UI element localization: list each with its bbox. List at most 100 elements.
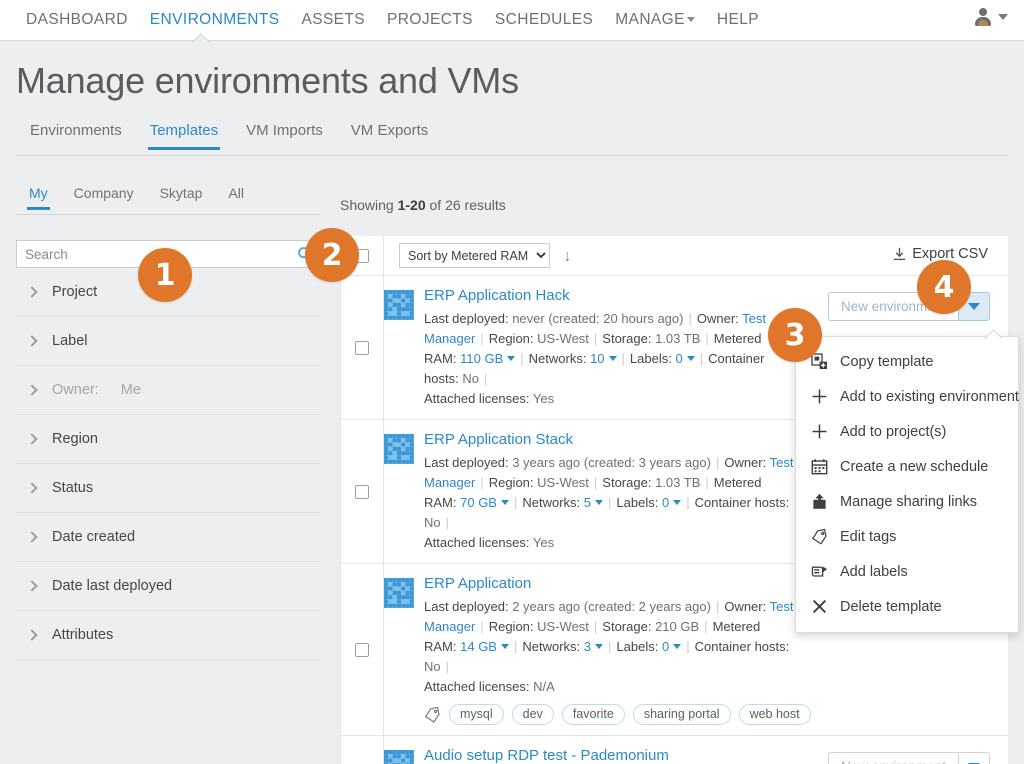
template-metadata: Last deployed: never (created: 20 hours … xyxy=(424,311,767,386)
nav-item-schedules[interactable]: SCHEDULES xyxy=(495,11,593,29)
tag-list: mysql dev favorite sharing portal web host xyxy=(424,704,811,725)
filter-status[interactable]: Status xyxy=(16,464,320,513)
networks-value[interactable]: 3 xyxy=(584,639,603,654)
owner-label: Owner: xyxy=(696,311,739,326)
row-select-cell xyxy=(341,420,384,563)
storage-label: Storage: xyxy=(602,619,652,634)
metered-ram-value[interactable]: 70 GB xyxy=(460,495,509,510)
labels-value[interactable]: 0 xyxy=(662,495,681,510)
last-deployed-value: never (created: 20 hours ago) xyxy=(512,311,684,326)
row-checkbox[interactable] xyxy=(355,642,369,657)
filter-region[interactable]: Region xyxy=(16,415,320,464)
menu-item-edit-tags[interactable]: Edit tags xyxy=(796,519,1018,554)
new-environment-button[interactable]: New environment xyxy=(827,752,958,764)
networks-value[interactable]: 5 xyxy=(584,495,603,510)
tag-chip[interactable]: mysql xyxy=(449,704,504,725)
metered-ram-value[interactable]: 14 GB xyxy=(460,639,509,654)
top-nav-items: DASHBOARD ENVIRONMENTS ASSETS PROJECTS SCHED… xyxy=(0,0,1024,40)
menu-item-copy-template[interactable]: Copy template xyxy=(796,344,1018,379)
menu-item-add-to-existing-environment[interactable]: Add to existing environment xyxy=(796,379,1019,414)
networks-label: Networks: xyxy=(522,639,581,654)
chevron-right-icon xyxy=(26,286,38,298)
menu-item-label: Delete template xyxy=(840,598,942,615)
chevron-down-icon xyxy=(686,17,695,23)
scope-tab-my[interactable]: My xyxy=(16,185,61,210)
tag-chip[interactable]: web host xyxy=(738,704,811,725)
tag-chip[interactable]: favorite xyxy=(561,704,625,725)
nav-item-help[interactable]: HELP xyxy=(717,11,759,29)
chevron-right-icon xyxy=(26,580,38,592)
tag-chip[interactable]: sharing portal xyxy=(632,704,731,725)
scope-tab-all[interactable]: All xyxy=(215,185,257,209)
labels-label: Labels: xyxy=(616,639,659,654)
attached-licenses-value: Yes xyxy=(532,535,555,550)
last-deployed-value: 3 years ago (created: 3 years ago) xyxy=(512,455,711,470)
attached-licenses-label: Attached licenses: xyxy=(424,535,530,550)
menu-item-add-labels[interactable]: Add labels xyxy=(796,554,1018,589)
menu-item-delete-template[interactable]: Delete template xyxy=(796,589,1018,624)
top-navigation-bar: DASHBOARD ENVIRONMENTS ASSETS PROJECTS SCHED… xyxy=(0,0,1024,41)
chevron-down-icon xyxy=(998,14,1008,20)
user-menu[interactable] xyxy=(975,8,1008,26)
metered-ram-value[interactable]: 110 GB xyxy=(460,351,515,366)
attached-licenses-value: N/A xyxy=(533,679,555,694)
filter-date-last-deployed[interactable]: Date last deployed xyxy=(16,562,320,611)
labels-value[interactable]: 0 xyxy=(675,351,694,366)
networks-value[interactable]: 10 xyxy=(590,351,616,366)
filter-label[interactable]: Label xyxy=(16,317,320,366)
sort-direction-icon[interactable]: ↓ xyxy=(563,247,572,264)
sort-select[interactable]: Sort by Metered RAMSort by NameSort by D… xyxy=(399,243,550,268)
new-environment-dropdown-toggle[interactable] xyxy=(958,752,990,764)
template-name-link[interactable]: ERP Application xyxy=(424,576,811,592)
tag-chip[interactable]: dev xyxy=(511,704,554,725)
tab-vm-imports[interactable]: VM Imports xyxy=(232,122,337,149)
menu-item-add-to-project-s[interactable]: Add to project(s) xyxy=(796,414,1018,449)
template-name-link[interactable]: ERP Application Hack xyxy=(424,288,796,304)
storage-value: 1.03 TB xyxy=(655,475,701,490)
labels-value[interactable]: 0 xyxy=(662,639,681,654)
nav-item-environments[interactable]: ENVIRONMENTS xyxy=(150,11,280,29)
filter-list: Project Label Owner: Me Region Status Da… xyxy=(16,268,320,660)
chevron-right-icon xyxy=(26,629,38,641)
scope-tab-skytap[interactable]: Skytap xyxy=(147,185,216,209)
tab-vm-exports[interactable]: VM Exports xyxy=(337,122,443,149)
chevron-right-icon xyxy=(26,482,38,494)
tab-templates[interactable]: Templates xyxy=(136,122,232,150)
scope-tab-company[interactable]: Company xyxy=(61,185,147,209)
attached-licenses-label: Attached licenses: xyxy=(424,391,530,406)
tab-environments[interactable]: Environments xyxy=(16,122,136,149)
menu-item-create-a-new-schedule[interactable]: Create a new schedule xyxy=(796,449,1018,484)
tag-icon xyxy=(810,528,828,545)
container-hosts-label: Container hosts: xyxy=(694,639,790,654)
menu-item-label: Add to existing environment xyxy=(840,388,1019,405)
menu-item-label: Add labels xyxy=(840,563,908,580)
networks-label: Networks: xyxy=(528,351,587,366)
nav-item-projects[interactable]: PROJECTS xyxy=(387,11,473,29)
nav-item-dashboard[interactable]: DASHBOARD xyxy=(26,11,128,29)
menu-item-manage-sharing-links[interactable]: Manage sharing links xyxy=(796,484,1018,519)
filter-date-created[interactable]: Date created xyxy=(16,513,320,562)
template-name-link[interactable]: ERP Application Stack xyxy=(424,432,796,448)
filter-attributes[interactable]: Attributes xyxy=(16,611,320,660)
owner-label: Owner: xyxy=(724,455,767,470)
new-environment-split-button: New environment xyxy=(827,752,990,764)
nav-item-assets[interactable]: ASSETS xyxy=(301,11,365,29)
container-hosts-label: Container hosts: xyxy=(694,495,790,510)
tag-icon xyxy=(424,706,441,723)
row-checkbox[interactable] xyxy=(355,484,369,499)
main-tabs: Environments Templates VM Imports VM Export… xyxy=(16,122,1008,156)
results-count: Showing 1-20 of 26 results xyxy=(340,197,506,213)
last-deployed-label: Last deployed: xyxy=(424,455,509,470)
template-metadata: Last deployed: 3 years ago (created: 3 y… xyxy=(424,455,794,530)
labels-label: Labels: xyxy=(629,351,672,366)
annotation-badge-4: 4 xyxy=(917,260,971,314)
template-icon xyxy=(384,290,414,320)
filter-owner[interactable]: Owner: Me xyxy=(16,366,320,415)
nav-item-manage[interactable]: MANAGE xyxy=(615,11,695,29)
table-row: Audio setup RDP test - Pademonium Last d… xyxy=(341,736,1008,764)
template-name-link[interactable]: Audio setup RDP test - Pademonium xyxy=(424,748,796,764)
row-checkbox[interactable] xyxy=(355,340,369,355)
filter-label: Date created xyxy=(52,529,136,545)
plus-icon xyxy=(810,423,828,440)
template-context-menu: Copy template Add to existing environmen… xyxy=(795,336,1019,633)
